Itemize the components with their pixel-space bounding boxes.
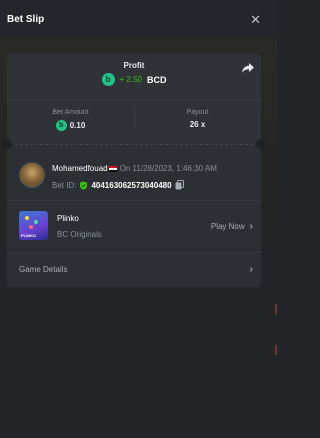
- user-row: Mohamedfouad On 11/28/2023, 1:46:30 AM Be…: [19, 162, 253, 192]
- thumbnail-text: PLINKO: [21, 233, 37, 238]
- plinko-thumbnail[interactable]: PLINKO: [19, 211, 48, 240]
- bcd-coin-icon: b: [101, 73, 115, 86]
- copy-icon[interactable]: [175, 180, 184, 190]
- egypt-flag-icon: [108, 165, 117, 172]
- payout-label: Payout: [186, 109, 209, 116]
- profit-currency: BCD: [146, 74, 167, 85]
- bet-details-card: Mohamedfouad On 11/28/2023, 1:46:30 AM Be…: [7, 144, 261, 287]
- edge-marker: [275, 345, 277, 355]
- avatar[interactable]: [19, 162, 45, 188]
- game-details-label: Game Details: [19, 264, 68, 274]
- game-row[interactable]: PLINKO Plinko BC Originals Play Now ›: [19, 211, 253, 241]
- dashed-divider: [15, 144, 253, 145]
- play-now-button[interactable]: Play Now ›: [211, 221, 253, 232]
- divider: [7, 200, 261, 201]
- page-title: Bet Slip: [7, 13, 45, 25]
- game-provider: BC Originals: [57, 230, 102, 239]
- bet-amount-value: 0.10: [69, 121, 86, 130]
- bet-slip-header: Bet Slip ✕: [0, 0, 277, 38]
- close-icon[interactable]: ✕: [250, 13, 261, 26]
- verified-shield-icon: [80, 180, 88, 190]
- payout-stat: Payout 26 x: [134, 109, 261, 129]
- share-icon[interactable]: [241, 62, 255, 74]
- profit-value: + 2.50: [119, 75, 142, 84]
- profit-label: Profit: [123, 61, 145, 70]
- edge-marker: [275, 304, 277, 314]
- bcd-coin-icon: b: [55, 120, 67, 131]
- ticket-notch-row: [2, 139, 266, 149]
- bet-id-line: Bet ID: 404163062573040480: [52, 180, 184, 190]
- profit-row: b + 2.50 BCD: [7, 73, 261, 86]
- play-now-label: Play Now: [210, 222, 245, 231]
- bet-id-label: Bet ID:: [52, 180, 77, 190]
- divider: [7, 252, 261, 253]
- game-name: Plinko: [57, 214, 79, 223]
- divider: [7, 100, 261, 101]
- payout-value: 26 x: [189, 120, 206, 129]
- ticket-notch: [256, 139, 266, 149]
- bet-date: On 11/28/2023, 1:46:30 AM: [119, 164, 217, 173]
- ticket-notch: [2, 139, 12, 149]
- username[interactable]: Mohamedfouad: [52, 164, 108, 173]
- chevron-right-icon: ›: [249, 263, 253, 275]
- profit-card: Profit b + 2.50 BCD Bet Amount b 0.10 Pa…: [7, 54, 261, 144]
- bet-amount-label: Bet Amount: [52, 109, 89, 116]
- chevron-right-icon: ›: [249, 221, 253, 232]
- bet-amount-stat: Bet Amount b 0.10: [7, 109, 134, 131]
- bet-id: 404163062573040480: [91, 180, 172, 190]
- bet-amount-value-row: b 0.10: [7, 120, 134, 131]
- user-line: Mohamedfouad On 11/28/2023, 1:46:30 AM: [52, 164, 217, 173]
- game-details-row[interactable]: Game Details ›: [19, 262, 253, 276]
